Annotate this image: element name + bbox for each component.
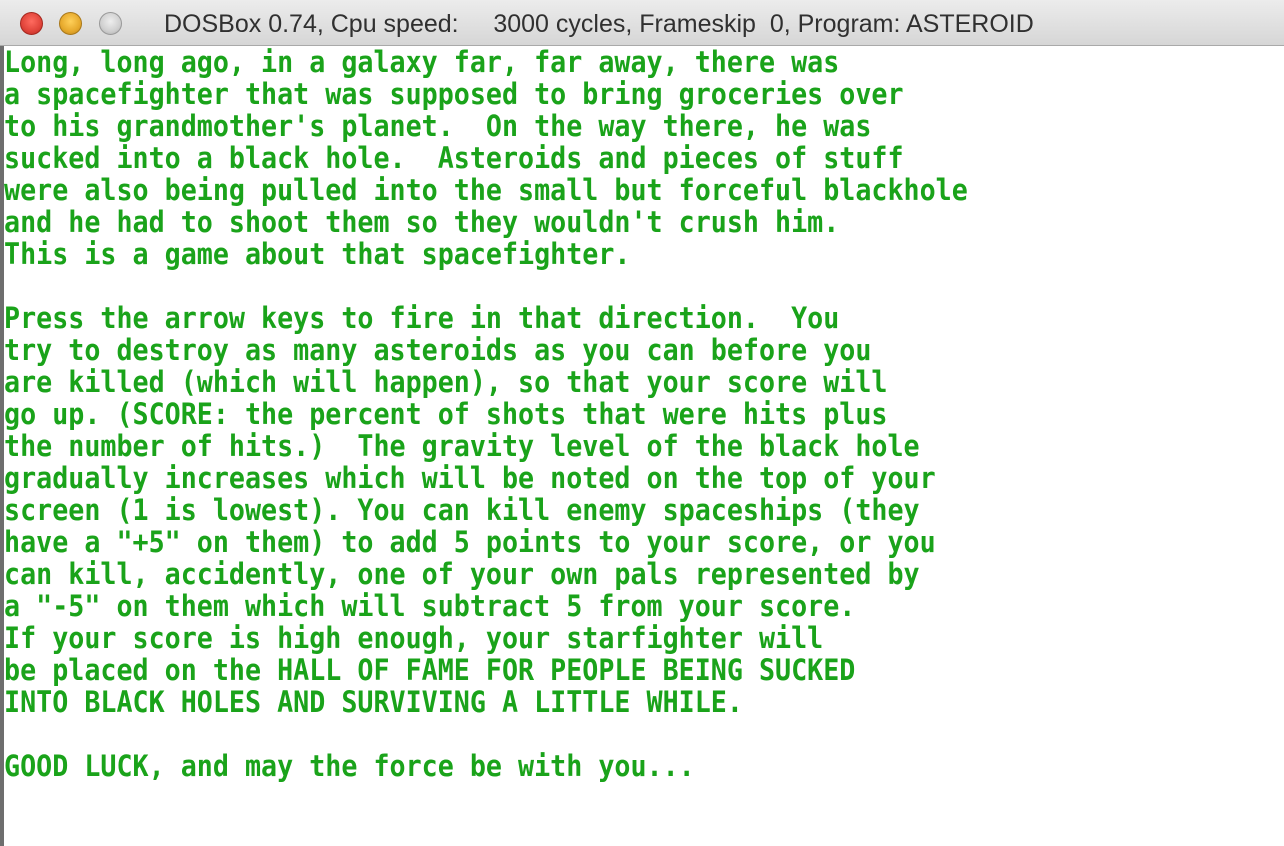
dos-screen[interactable]: Long, long ago, in a galaxy far, far awa… xyxy=(4,46,1284,846)
text-line: can kill, accidently, one of your own pa… xyxy=(4,557,920,591)
text-line: GOOD LUCK, and may the force be with you… xyxy=(4,749,695,783)
text-line: and he had to shoot them so they wouldn'… xyxy=(4,205,840,239)
text-line: screen (1 is lowest). You can kill enemy… xyxy=(4,493,920,527)
text-line: INTO BLACK HOLES AND SURVIVING A LITTLE … xyxy=(4,685,743,719)
text-line: to his grandmother's planet. On the way … xyxy=(4,109,872,143)
text-line: sucked into a black hole. Asteroids and … xyxy=(4,141,904,175)
text-line: have a "+5" on them) to add 5 points to … xyxy=(4,525,936,559)
text-line: Long, long ago, in a galaxy far, far awa… xyxy=(4,46,840,79)
text-line: go up. (SCORE: the percent of shots that… xyxy=(4,397,888,431)
text-line: a spacefighter that was supposed to brin… xyxy=(4,77,904,111)
game-intro-text: Long, long ago, in a galaxy far, far awa… xyxy=(4,46,1052,782)
text-line: a "-5" on them which will subtract 5 fro… xyxy=(4,589,856,623)
title-bar[interactable]: DOSBox 0.74, Cpu speed: 3000 cycles, Fra… xyxy=(0,0,1284,46)
text-line: If your score is high enough, your starf… xyxy=(4,621,824,655)
text-line: be placed on the HALL OF FAME FOR PEOPLE… xyxy=(4,653,856,687)
text-line: Press the arrow keys to fire in that dir… xyxy=(4,301,840,335)
close-button[interactable] xyxy=(20,12,43,35)
zoom-button[interactable] xyxy=(99,12,122,35)
text-line: gradually increases which will be noted … xyxy=(4,461,936,495)
minimize-button[interactable] xyxy=(59,12,82,35)
window-title: DOSBox 0.74, Cpu speed: 3000 cycles, Fra… xyxy=(164,10,1034,38)
text-line xyxy=(4,270,968,302)
text-line: This is a game about that spacefighter. xyxy=(4,237,631,271)
text-line: the number of hits.) The gravity level o… xyxy=(4,429,920,463)
text-line: are killed (which will happen), so that … xyxy=(4,365,888,399)
text-line: try to destroy as many asteroids as you … xyxy=(4,333,872,367)
dosbox-window: DOSBox 0.74, Cpu speed: 3000 cycles, Fra… xyxy=(0,0,1284,846)
text-line: were also being pulled into the small bu… xyxy=(4,173,968,207)
text-line xyxy=(4,718,968,750)
